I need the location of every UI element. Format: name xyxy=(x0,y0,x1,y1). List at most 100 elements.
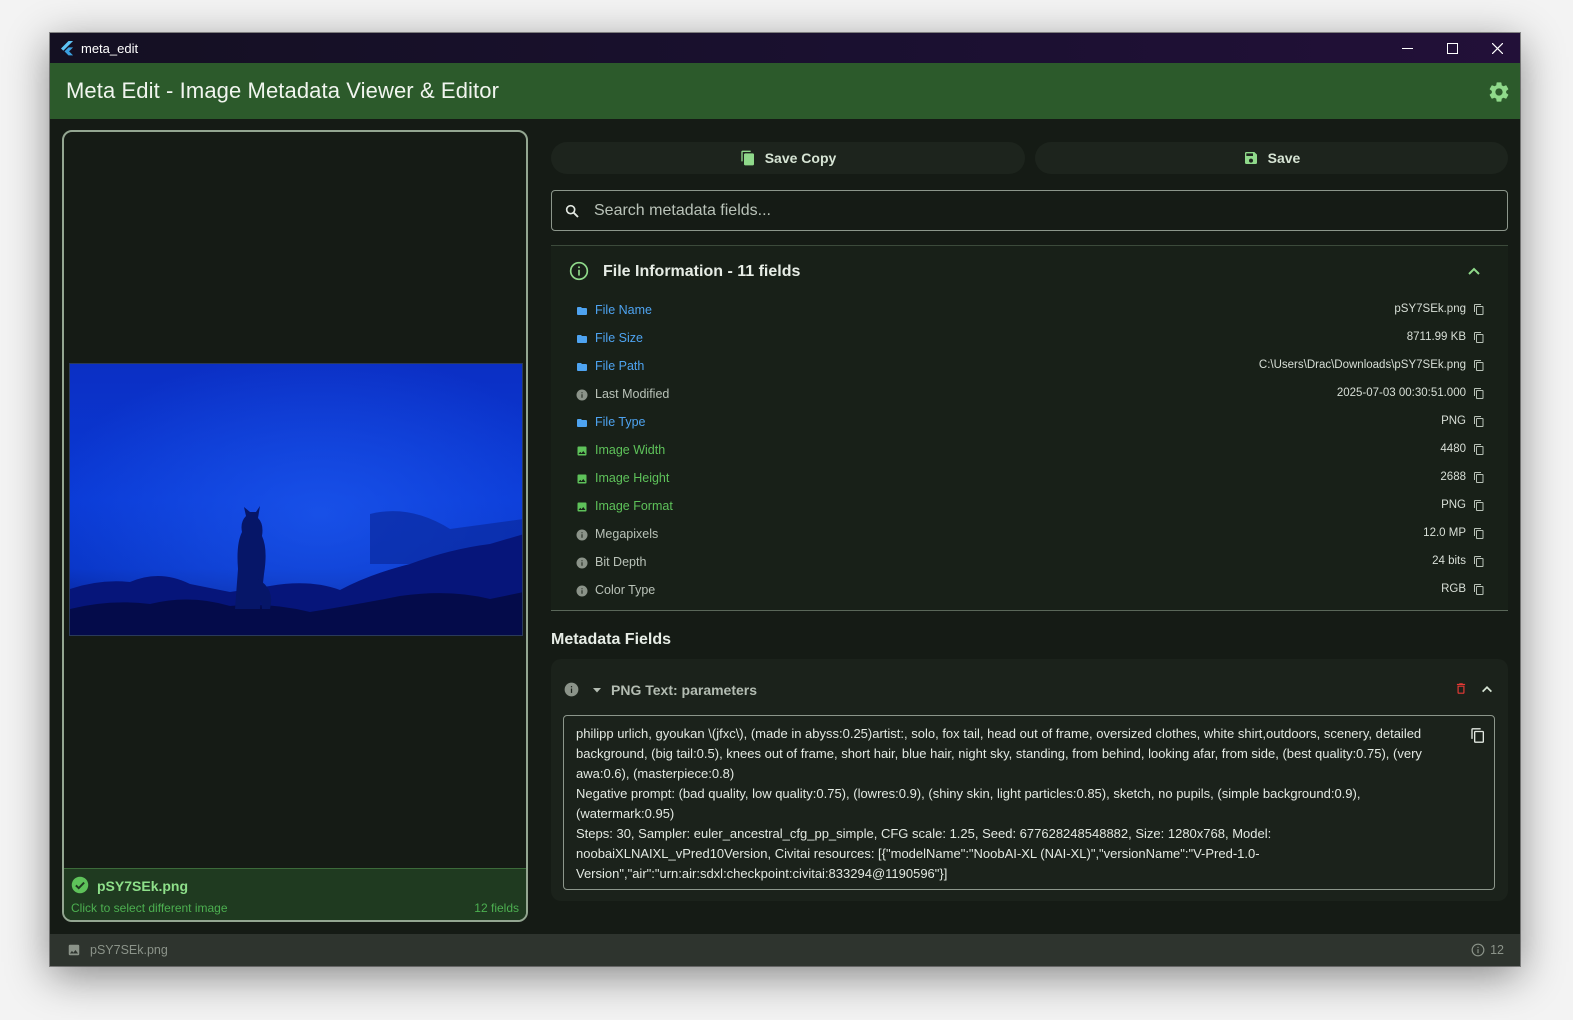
save-copy-button[interactable]: Save Copy xyxy=(551,142,1025,174)
file-info-row: Image Format PNG xyxy=(551,492,1508,520)
field-count: 12 fields xyxy=(474,901,519,915)
image-icon xyxy=(576,472,588,484)
file-information-section: File Information - 11 fields File Name pS… xyxy=(551,245,1508,611)
file-info-row: Megapixels 12.0 MP xyxy=(551,520,1508,548)
minimize-button[interactable] xyxy=(1385,33,1430,63)
file-info-row: File Name pSY7SEk.png xyxy=(551,296,1508,324)
app-bar: Meta Edit - Image Metadata Viewer & Edit… xyxy=(50,63,1520,119)
image-preview[interactable] xyxy=(69,363,523,636)
window-title: meta_edit xyxy=(81,40,139,56)
folder-icon xyxy=(576,416,588,428)
caret-down-icon[interactable] xyxy=(591,684,603,696)
flutter-logo-icon xyxy=(61,41,74,56)
selected-file-name: pSY7SEk.png xyxy=(97,878,189,894)
file-info-label: Image Height xyxy=(595,471,670,485)
file-info-row: Last Modified 2025-07-03 00:30:51.000 xyxy=(551,380,1508,408)
copy-icon[interactable] xyxy=(1473,303,1485,316)
select-image-hint: Click to select different image xyxy=(71,901,228,915)
file-info-label: Color Type xyxy=(595,583,656,597)
image-picker-panel[interactable]: pSY7SEk.png Click to select different im… xyxy=(62,130,528,922)
gear-icon[interactable] xyxy=(1487,80,1511,104)
copy-icon[interactable] xyxy=(1473,499,1485,512)
title-bar[interactable]: meta_edit xyxy=(50,33,1520,63)
app-window: meta_edit Meta Edit - Image Metadata Vie… xyxy=(50,33,1520,966)
copy-icon[interactable] xyxy=(1473,555,1485,568)
info-icon xyxy=(564,682,579,697)
status-bar: pSY7SEk.png 12 xyxy=(50,934,1520,966)
minimize-icon xyxy=(1402,47,1413,49)
selected-file-card[interactable]: pSY7SEk.png Click to select different im… xyxy=(64,868,526,920)
save-label: Save xyxy=(1267,150,1301,166)
file-info-row: File Size 8711.99 KB xyxy=(551,324,1508,352)
file-info-value: PNG xyxy=(1441,415,1466,427)
save-button[interactable]: Save xyxy=(1035,142,1508,174)
file-info-label: Last Modified xyxy=(595,387,670,401)
copy-icon[interactable] xyxy=(1470,727,1486,744)
file-info-label: File Name xyxy=(595,303,652,317)
info-icon xyxy=(576,556,588,569)
file-info-label: Megapixels xyxy=(595,527,659,541)
file-info-row: Image Width 4480 xyxy=(551,436,1508,464)
file-info-label: Image Format xyxy=(595,499,673,513)
status-file-name: pSY7SEk.png xyxy=(90,943,168,957)
status-field-count: 12 xyxy=(1490,943,1504,957)
file-info-row: File Type PNG xyxy=(551,408,1508,436)
info-icon xyxy=(1471,943,1485,957)
search-icon xyxy=(565,204,579,218)
copy-icon[interactable] xyxy=(1473,359,1485,372)
file-info-value: 8711.99 KB xyxy=(1406,331,1466,343)
file-information-header[interactable]: File Information - 11 fields xyxy=(551,246,1508,296)
copy-icon[interactable] xyxy=(1473,527,1485,540)
file-info-row: File Path C:\Users\Drac\Downloads\pSY7SEk… xyxy=(551,352,1508,380)
info-icon xyxy=(569,261,589,281)
maximize-button[interactable] xyxy=(1430,33,1475,63)
file-info-label: File Type xyxy=(595,415,646,429)
copy-file-icon xyxy=(741,150,754,166)
search-input[interactable] xyxy=(594,201,1474,220)
chevron-up-icon[interactable] xyxy=(1466,263,1482,279)
metadata-field-value[interactable]: philipp urlich, gyoukan \(jfxc\), (made … xyxy=(563,715,1495,890)
close-icon xyxy=(1492,42,1503,54)
folder-icon xyxy=(576,332,588,344)
image-icon xyxy=(576,500,588,512)
copy-icon[interactable] xyxy=(1473,583,1485,596)
app-title: Meta Edit - Image Metadata Viewer & Edit… xyxy=(66,78,499,103)
metadata-field-card: PNG Text: parameters philipp urlich, gyo… xyxy=(551,659,1508,901)
file-info-label: File Size xyxy=(595,331,643,345)
check-circle-icon xyxy=(71,876,89,894)
file-info-value: 2688 xyxy=(1440,471,1466,483)
save-icon xyxy=(1244,152,1257,164)
info-icon xyxy=(576,388,588,401)
copy-icon[interactable] xyxy=(1473,331,1485,344)
info-icon xyxy=(576,584,588,597)
copy-icon[interactable] xyxy=(1473,443,1485,456)
metadata-fields-title: Metadata Fields xyxy=(551,631,672,648)
file-info-value: 12.0 MP xyxy=(1423,527,1466,539)
close-button[interactable] xyxy=(1475,33,1520,63)
copy-icon[interactable] xyxy=(1473,387,1485,400)
copy-icon[interactable] xyxy=(1473,415,1485,428)
file-info-value: PNG xyxy=(1441,499,1466,511)
save-copy-label: Save Copy xyxy=(764,150,837,166)
file-info-row: Color Type RGB xyxy=(551,576,1508,604)
file-info-value: 4480 xyxy=(1440,443,1466,455)
file-info-value: C:\Users\Drac\Downloads\pSY7SEk.png xyxy=(1258,359,1466,371)
file-information-title: File Information - 11 fields xyxy=(603,263,801,280)
folder-icon xyxy=(576,360,588,372)
file-info-value: 2025-07-03 00:30:51.000 xyxy=(1336,387,1466,399)
delete-icon[interactable] xyxy=(1454,681,1468,696)
file-info-value: 24 bits xyxy=(1432,555,1466,567)
file-info-row: Image Height 2688 xyxy=(551,464,1508,492)
file-info-label: Bit Depth xyxy=(595,555,647,569)
search-field[interactable] xyxy=(551,190,1508,231)
image-icon xyxy=(576,444,588,456)
image-icon xyxy=(68,944,80,956)
file-info-label: File Path xyxy=(595,359,645,373)
folder-icon xyxy=(576,304,588,316)
file-info-value: RGB xyxy=(1441,583,1466,595)
copy-icon[interactable] xyxy=(1473,471,1485,484)
chevron-up-icon[interactable] xyxy=(1480,682,1494,696)
file-information-rows: File Name pSY7SEk.png File Size 8711.99 KB F… xyxy=(551,296,1508,604)
file-info-label: Image Width xyxy=(595,443,666,457)
metadata-field-title: PNG Text: parameters xyxy=(611,682,758,698)
